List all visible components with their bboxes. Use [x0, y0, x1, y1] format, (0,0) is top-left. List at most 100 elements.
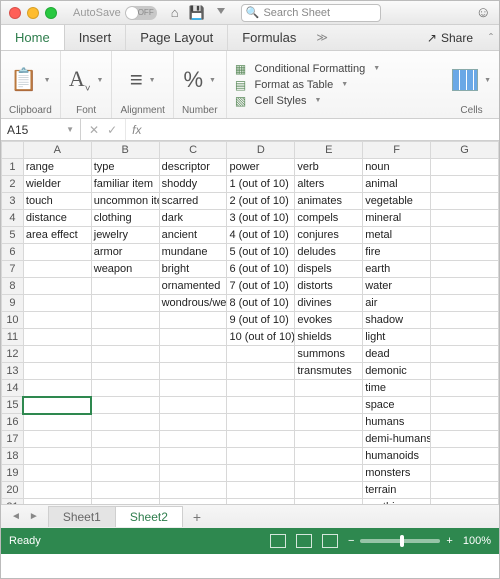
cell[interactable]: 10 (out of 10): [227, 329, 295, 346]
cell[interactable]: [295, 397, 363, 414]
cell[interactable]: space: [363, 397, 431, 414]
cell[interactable]: uncommon item: [91, 193, 159, 210]
cell[interactable]: [431, 414, 499, 431]
formula-input[interactable]: [147, 119, 499, 140]
cells-icon[interactable]: [452, 69, 478, 91]
row-header[interactable]: 18: [2, 448, 24, 465]
row-header[interactable]: 8: [2, 278, 24, 295]
row-header[interactable]: 19: [2, 465, 24, 482]
zoom-out-icon[interactable]: −: [348, 535, 354, 547]
cell[interactable]: demonic: [363, 363, 431, 380]
cell[interactable]: [431, 176, 499, 193]
cell[interactable]: shadow: [363, 312, 431, 329]
cell[interactable]: humans: [363, 414, 431, 431]
cell[interactable]: wondrous/weird: [159, 295, 227, 312]
cell[interactable]: [227, 346, 295, 363]
cell[interactable]: dead: [363, 346, 431, 363]
cell[interactable]: [295, 414, 363, 431]
column-header[interactable]: D: [227, 142, 295, 159]
ribbon-collapse-icon[interactable]: ˆ: [483, 25, 499, 50]
tab-page-layout[interactable]: Page Layout: [126, 25, 228, 50]
autosave-toggle[interactable]: OFF: [125, 6, 157, 20]
cell[interactable]: [23, 397, 91, 414]
cell[interactable]: [23, 499, 91, 505]
cell[interactable]: [91, 278, 159, 295]
format-as-table-button[interactable]: ▤Format as Table▼: [233, 78, 439, 92]
cell[interactable]: [227, 448, 295, 465]
row-header[interactable]: 17: [2, 431, 24, 448]
cell[interactable]: fire: [363, 244, 431, 261]
chevron-down-icon[interactable]: ▼: [149, 77, 156, 84]
cell[interactable]: 9 (out of 10): [227, 312, 295, 329]
cell[interactable]: humanoids: [363, 448, 431, 465]
cell[interactable]: [431, 278, 499, 295]
cell[interactable]: [431, 431, 499, 448]
chevron-down-icon[interactable]: ▼: [97, 77, 104, 84]
cell[interactable]: compels: [295, 210, 363, 227]
window-minimize-button[interactable]: [27, 7, 39, 19]
row-header[interactable]: 9: [2, 295, 24, 312]
cell[interactable]: [431, 380, 499, 397]
cell[interactable]: [91, 397, 159, 414]
cell[interactable]: dispels: [295, 261, 363, 278]
tab-insert[interactable]: Insert: [65, 25, 127, 50]
cell[interactable]: light: [363, 329, 431, 346]
cell[interactable]: [159, 363, 227, 380]
cell[interactable]: [159, 499, 227, 505]
cell[interactable]: area effect: [23, 227, 91, 244]
cell[interactable]: water: [363, 278, 431, 295]
row-header[interactable]: 20: [2, 482, 24, 499]
cell[interactable]: [431, 261, 499, 278]
cell[interactable]: bright: [159, 261, 227, 278]
cell[interactable]: shields: [295, 329, 363, 346]
paste-icon[interactable]: 📋: [10, 67, 37, 93]
cell[interactable]: earth: [363, 261, 431, 278]
cell[interactable]: clothing: [91, 210, 159, 227]
cell[interactable]: [431, 499, 499, 505]
cell[interactable]: [23, 414, 91, 431]
row-header[interactable]: 10: [2, 312, 24, 329]
row-header[interactable]: 1: [2, 159, 24, 176]
row-header[interactable]: 6: [2, 244, 24, 261]
zoom-slider[interactable]: [360, 539, 440, 543]
cell[interactable]: [159, 380, 227, 397]
name-box[interactable]: A15 ▼: [1, 119, 81, 140]
row-header[interactable]: 4: [2, 210, 24, 227]
row-header[interactable]: 7: [2, 261, 24, 278]
cell[interactable]: [431, 193, 499, 210]
cell[interactable]: transmutes: [295, 363, 363, 380]
add-sheet-button[interactable]: +: [183, 509, 211, 525]
cell[interactable]: animates: [295, 193, 363, 210]
cell[interactable]: 6 (out of 10): [227, 261, 295, 278]
cell[interactable]: [227, 465, 295, 482]
cell[interactable]: [431, 244, 499, 261]
cell[interactable]: metal: [363, 227, 431, 244]
enter-icon[interactable]: ✓: [107, 123, 117, 137]
cell[interactable]: touch: [23, 193, 91, 210]
chevron-down-icon[interactable]: ▼: [484, 77, 491, 84]
cell[interactable]: [159, 329, 227, 346]
cell[interactable]: [159, 465, 227, 482]
spreadsheet-grid[interactable]: ABCDEFG1rangetypedescriptorpowerverbnoun…: [1, 141, 499, 504]
cell[interactable]: [431, 227, 499, 244]
cell[interactable]: [23, 261, 91, 278]
cell[interactable]: [91, 380, 159, 397]
cell[interactable]: [23, 346, 91, 363]
cell[interactable]: [91, 363, 159, 380]
cell[interactable]: power: [227, 159, 295, 176]
sheet-nav-prev-icon[interactable]: ◄: [11, 511, 21, 522]
cell[interactable]: 7 (out of 10): [227, 278, 295, 295]
cell[interactable]: [295, 380, 363, 397]
cell[interactable]: ornamented: [159, 278, 227, 295]
cell[interactable]: [91, 448, 159, 465]
cell[interactable]: [159, 414, 227, 431]
percent-icon[interactable]: %: [183, 67, 203, 93]
select-all-corner[interactable]: [2, 142, 24, 159]
column-header[interactable]: B: [91, 142, 159, 159]
cell[interactable]: [159, 397, 227, 414]
cell[interactable]: dark: [159, 210, 227, 227]
cell[interactable]: [295, 465, 363, 482]
cell[interactable]: vegetable: [363, 193, 431, 210]
cell[interactable]: weapon: [91, 261, 159, 278]
cell[interactable]: terrain: [363, 482, 431, 499]
